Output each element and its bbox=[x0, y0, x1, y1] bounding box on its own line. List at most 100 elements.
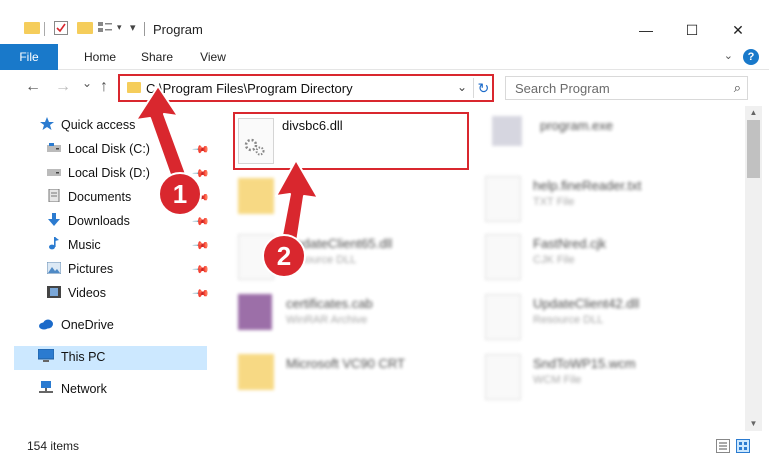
folder-icon bbox=[127, 82, 141, 93]
sidebar-item-label: Quick access bbox=[61, 118, 136, 132]
network-icon bbox=[38, 379, 54, 393]
file-name: SndToWP15.wcm bbox=[533, 356, 636, 371]
folder-icon bbox=[238, 354, 274, 390]
sidebar-item-network[interactable]: Network bbox=[38, 378, 107, 400]
folder-icon[interactable] bbox=[24, 22, 40, 34]
customize-quick-access-dropdown-icon[interactable]: ▾ bbox=[117, 22, 122, 33]
txt-file-icon bbox=[485, 176, 521, 222]
file-item[interactable]: certificates.cab WinRAR Archive bbox=[238, 294, 478, 354]
tab-view[interactable]: View bbox=[190, 44, 236, 70]
sidebar-item-label: This PC bbox=[61, 350, 106, 364]
item-count: 154 items bbox=[27, 439, 80, 453]
maximize-button[interactable]: ☐ bbox=[669, 16, 715, 44]
sidebar-item-onedrive[interactable]: OneDrive bbox=[38, 314, 114, 336]
sidebar-item-documents[interactable]: Documents bbox=[47, 186, 131, 208]
sidebar-item-downloads[interactable]: Downloads bbox=[47, 210, 130, 232]
documents-icon bbox=[47, 187, 61, 203]
expand-ribbon-chevron-icon[interactable]: ⌄ bbox=[724, 49, 733, 62]
dll-file-icon bbox=[485, 294, 521, 340]
folder-icon bbox=[238, 178, 274, 214]
sidebar-item-videos[interactable]: Videos bbox=[47, 282, 106, 304]
address-dropdown-icon[interactable]: ⌄ bbox=[457, 80, 467, 94]
tab-home[interactable]: Home bbox=[72, 44, 128, 70]
highlight-box bbox=[233, 112, 469, 170]
music-icon bbox=[47, 235, 61, 250]
sidebar-item-this-pc[interactable]: This PC bbox=[37, 346, 106, 368]
status-bar: 154 items bbox=[0, 431, 769, 465]
file-item[interactable]: help.fineReader.txt TXT File bbox=[485, 176, 735, 236]
file-item[interactable] bbox=[238, 178, 458, 238]
navigation-pane: Quick access Local Disk (C:) 📌 Local Dis… bbox=[0, 106, 210, 431]
forward-button[interactable]: → bbox=[55, 78, 71, 96]
download-icon bbox=[47, 211, 61, 226]
sidebar-item-pictures[interactable]: Pictures bbox=[46, 258, 114, 280]
file-type: Resource DLL bbox=[533, 314, 604, 326]
file-type: CJK File bbox=[533, 254, 575, 266]
sidebar-item-quick-access[interactable]: Quick access bbox=[40, 114, 135, 136]
sidebar-item-label: Downloads bbox=[68, 214, 130, 228]
tab-file[interactable]: File bbox=[0, 44, 58, 70]
sidebar-item-label: Music bbox=[68, 238, 101, 252]
sidebar-item-local-disk-c[interactable]: Local Disk (C:) bbox=[47, 138, 150, 160]
large-icons-view-icon[interactable] bbox=[736, 439, 750, 453]
help-icon[interactable]: ? bbox=[743, 49, 759, 65]
sidebar-item-label: Local Disk (D:) bbox=[68, 166, 150, 180]
file-name: UpdateClient42.dll bbox=[533, 296, 640, 311]
properties-icon[interactable] bbox=[54, 21, 68, 35]
monitor-icon bbox=[37, 347, 55, 362]
file-type: TXT File bbox=[533, 196, 575, 208]
pin-icon[interactable]: 📌 bbox=[191, 212, 210, 231]
sidebar-item-label: Local Disk (C:) bbox=[68, 142, 150, 156]
scroll-up-icon[interactable]: ▲ bbox=[745, 106, 762, 120]
file-type: WCM File bbox=[533, 374, 582, 386]
sidebar-item-label: Pictures bbox=[68, 262, 114, 276]
scroll-down-icon[interactable]: ▼ bbox=[745, 417, 762, 431]
file-name: help.fineReader.txt bbox=[533, 178, 642, 193]
file-name: program.exe bbox=[540, 118, 613, 133]
close-button[interactable]: ✕ bbox=[715, 16, 761, 44]
pin-icon[interactable]: 📌 bbox=[191, 140, 210, 159]
recent-locations-button[interactable]: ⌄ bbox=[82, 76, 92, 90]
file-name: Microsoft VC90 CRT bbox=[286, 356, 405, 371]
sidebar-item-label: OneDrive bbox=[61, 318, 114, 332]
file-item[interactable]: FastNred.cjk CJK File bbox=[485, 234, 735, 294]
scroll-thumb[interactable] bbox=[747, 120, 760, 178]
generic-file-icon bbox=[485, 234, 521, 280]
step-2-badge: 2 bbox=[262, 234, 306, 278]
refresh-icon[interactable]: ↻ bbox=[473, 78, 493, 98]
drive-icon bbox=[47, 139, 61, 152]
file-type: WinRAR Archive bbox=[286, 314, 368, 326]
file-item[interactable]: UpdateClient42.dll Resource DLL bbox=[485, 294, 735, 354]
customize-view-icon[interactable] bbox=[98, 22, 112, 34]
address-path[interactable]: C:\Program Files\Program Directory bbox=[146, 81, 353, 96]
new-folder-icon[interactable] bbox=[77, 22, 93, 34]
sidebar-item-label: Network bbox=[61, 382, 107, 396]
search-input[interactable]: Search Program ⌕ bbox=[505, 76, 748, 100]
cloud-icon bbox=[38, 315, 54, 330]
pin-icon[interactable]: 📌 bbox=[191, 284, 210, 303]
window-title: Program bbox=[153, 22, 203, 37]
archive-file-icon bbox=[238, 294, 272, 330]
details-view-icon[interactable] bbox=[716, 439, 730, 453]
minimize-button[interactable]: — bbox=[623, 16, 669, 44]
file-item[interactable]: Microsoft VC90 CRT bbox=[238, 354, 478, 414]
toolbar-divider bbox=[44, 22, 45, 36]
pin-icon[interactable]: 📌 bbox=[191, 236, 210, 255]
address-bar[interactable]: C:\Program Files\Program Directory ⌄ ↻ bbox=[118, 74, 494, 102]
back-button[interactable]: ← bbox=[25, 78, 41, 96]
exe-file-icon bbox=[492, 116, 522, 146]
vertical-scrollbar[interactable]: ▲ ▼ bbox=[745, 106, 762, 431]
search-icon[interactable]: ⌕ bbox=[734, 80, 741, 96]
up-button[interactable]: ↑ bbox=[100, 78, 108, 96]
generic-file-icon bbox=[485, 354, 521, 400]
file-name: certificates.cab bbox=[286, 296, 373, 311]
drive-icon bbox=[47, 163, 61, 176]
file-item[interactable]: SndToWP15.wcm WCM File bbox=[485, 354, 735, 414]
quick-access-dropdown-icon[interactable]: ▾ bbox=[130, 21, 136, 34]
file-item[interactable]: program.exe bbox=[492, 116, 732, 176]
sidebar-item-local-disk-d[interactable]: Local Disk (D:) bbox=[47, 162, 150, 184]
pin-icon[interactable]: 📌 bbox=[191, 260, 210, 279]
tab-share[interactable]: Share bbox=[131, 44, 183, 70]
sidebar-item-music[interactable]: Music bbox=[47, 234, 101, 256]
file-name: FastNred.cjk bbox=[533, 236, 606, 251]
